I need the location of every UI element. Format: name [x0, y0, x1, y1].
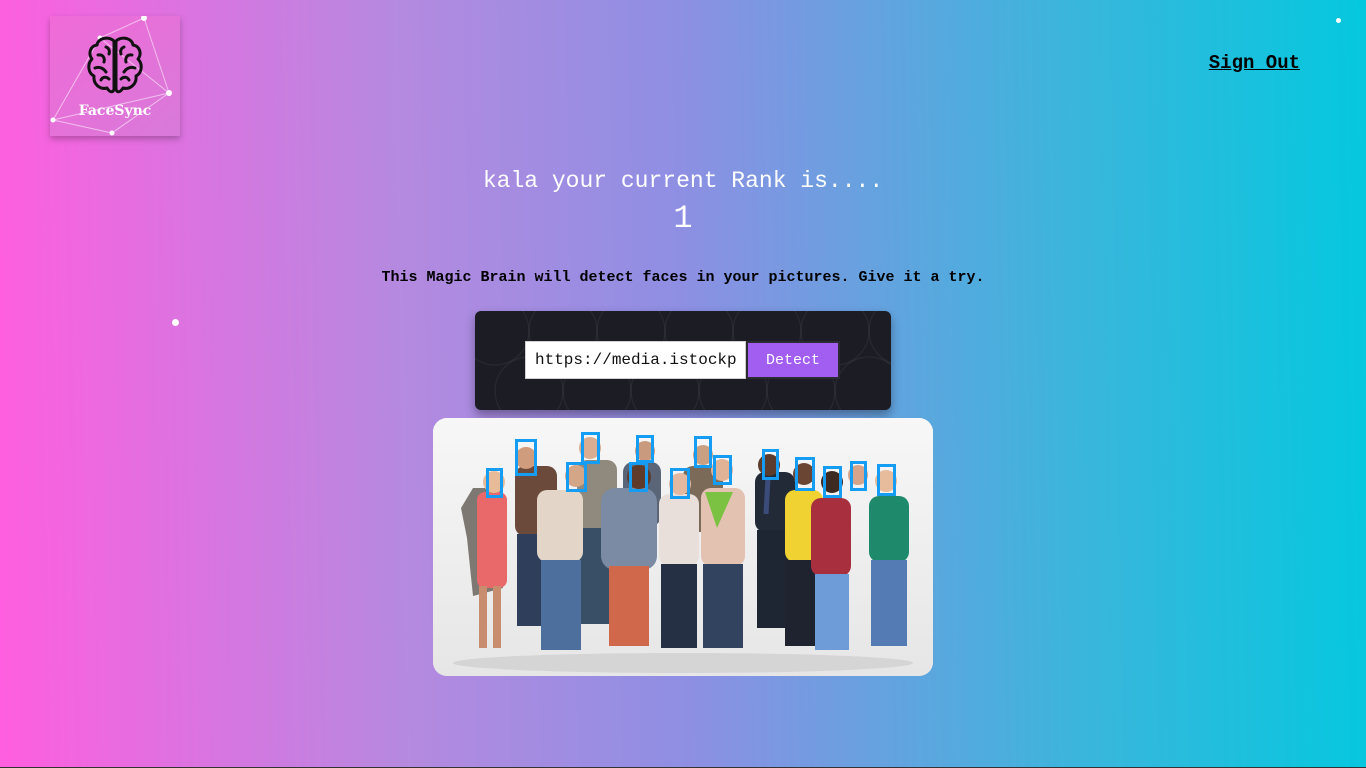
face-bounding-box — [694, 436, 712, 468]
face-bounding-box — [566, 462, 587, 492]
image-url-input[interactable] — [525, 341, 746, 379]
face-bounding-box — [795, 457, 815, 491]
face-bounding-box — [850, 461, 867, 491]
background-particle — [172, 319, 179, 326]
background-particle — [1336, 18, 1341, 23]
rank-message: kala your current Rank is.... — [482, 168, 884, 194]
face-bounding-box — [515, 439, 537, 476]
tagline: This Magic Brain will detect faces in yo… — [381, 269, 985, 286]
face-bounding-box — [670, 468, 690, 499]
face-bounding-box — [762, 449, 779, 480]
brain-icon — [87, 36, 143, 94]
detected-image — [433, 418, 933, 676]
face-bounding-box — [581, 432, 600, 464]
face-bounding-box — [713, 455, 732, 485]
group-photo — [433, 418, 933, 676]
rank-value: 1 — [673, 200, 693, 237]
app-logo[interactable]: FaceSync — [50, 16, 180, 136]
sign-out-link[interactable]: Sign Out — [1209, 52, 1300, 74]
detect-button[interactable]: Detect — [746, 341, 840, 379]
face-bounding-box — [629, 462, 648, 492]
brand-name: FaceSync — [78, 103, 152, 119]
face-bounding-box — [877, 464, 896, 496]
image-link-form: Detect — [475, 311, 891, 410]
face-bounding-box — [636, 435, 654, 463]
face-bounding-box — [823, 466, 842, 498]
face-bounding-box — [486, 468, 503, 498]
